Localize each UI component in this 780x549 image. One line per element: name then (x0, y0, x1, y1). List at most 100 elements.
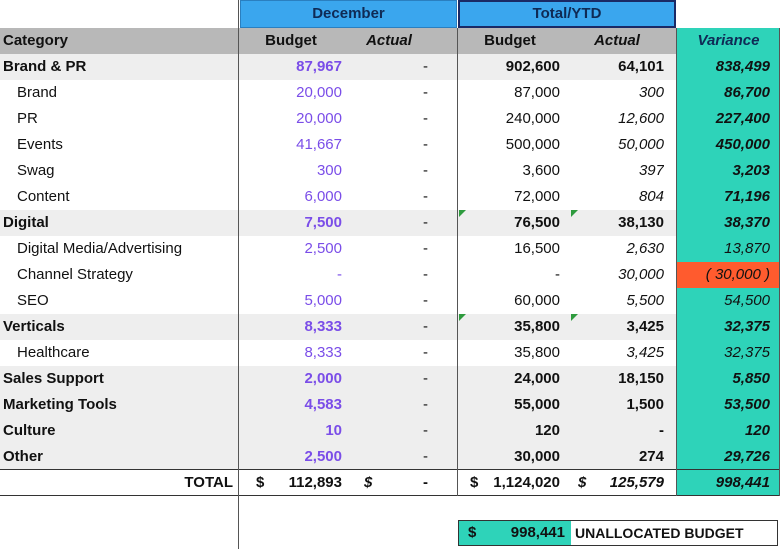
ytd-budget-cell[interactable]: 24,000 (460, 366, 560, 392)
comment-indicator-icon[interactable] (459, 210, 466, 217)
ytd-actual-cell[interactable]: 5,500 (570, 288, 664, 314)
dec-budget-cell[interactable]: 4,583 (240, 392, 342, 418)
total-dec-budget-cell[interactable]: $ 112,893 (240, 470, 342, 496)
ytd-actual-cell[interactable]: - (570, 418, 664, 444)
variance-cell[interactable]: 86,700 (677, 80, 780, 106)
ytd-actual-cell[interactable]: 30,000 (570, 262, 664, 288)
dec-budget-cell[interactable]: 2,500 (240, 236, 342, 262)
dec-budget-cell[interactable]: 20,000 (240, 106, 342, 132)
total-ytd-header[interactable]: Total/YTD (458, 0, 676, 28)
ytd-budget-cell[interactable]: 500,000 (460, 132, 560, 158)
ytd-actual-cell[interactable]: 3,425 (570, 314, 664, 340)
category-cell[interactable]: Swag (17, 158, 251, 184)
ytd-budget-cell[interactable]: 30,000 (460, 444, 560, 470)
category-cell[interactable]: Brand (17, 80, 251, 106)
dec-actual-cell[interactable]: - (350, 262, 428, 288)
ytd-actual-cell[interactable]: 38,130 (570, 210, 664, 236)
variance-cell[interactable]: 32,375 (677, 340, 780, 366)
category-cell[interactable]: Other (3, 444, 237, 470)
category-cell[interactable]: Sales Support (3, 366, 237, 392)
ytd-actual-cell[interactable]: 1,500 (570, 392, 664, 418)
dec-actual-cell[interactable]: - (350, 54, 428, 80)
dec-actual-cell[interactable]: - (350, 106, 428, 132)
ytd-budget-cell[interactable]: 902,600 (460, 54, 560, 80)
dec-budget-cell[interactable]: 20,000 (240, 80, 342, 106)
category-cell[interactable]: Content (17, 184, 251, 210)
variance-cell[interactable]: 71,196 (677, 184, 780, 210)
ytd-budget-cell[interactable]: 3,600 (460, 158, 560, 184)
dec-budget-cell[interactable]: 10 (240, 418, 342, 444)
variance-cell[interactable]: 13,870 (677, 236, 780, 262)
dec-actual-cell[interactable]: - (350, 236, 428, 262)
variance-cell[interactable]: 838,499 (677, 54, 780, 80)
dec-actual-cell[interactable]: - (350, 392, 428, 418)
dec-actual-cell[interactable]: - (350, 288, 428, 314)
dec-budget-cell[interactable]: 8,333 (240, 314, 342, 340)
dec-actual-cell[interactable]: - (350, 340, 428, 366)
ytd-budget-cell[interactable]: 76,500 (460, 210, 560, 236)
category-cell[interactable]: Brand & PR (3, 54, 237, 80)
variance-cell[interactable]: 227,400 (677, 106, 780, 132)
dec-actual-cell[interactable]: - (350, 210, 428, 236)
dec-budget-cell[interactable]: 87,967 (240, 54, 342, 80)
ytd-budget-cell[interactable]: 16,500 (460, 236, 560, 262)
category-cell[interactable]: Culture (3, 418, 237, 444)
comment-indicator-icon[interactable] (571, 210, 578, 217)
dec-budget-cell[interactable]: 5,000 (240, 288, 342, 314)
category-cell[interactable]: Healthcare (17, 340, 251, 366)
variance-cell[interactable]: 54,500 (677, 288, 780, 314)
dec-actual-column-header[interactable]: Actual (350, 28, 428, 54)
dec-actual-cell[interactable]: - (350, 314, 428, 340)
ytd-actual-cell[interactable]: 300 (570, 80, 664, 106)
variance-cell[interactable]: 120 (677, 418, 780, 444)
dec-actual-cell[interactable]: - (350, 444, 428, 470)
ytd-actual-cell[interactable]: 3,425 (570, 340, 664, 366)
category-column-header[interactable]: Category (3, 28, 237, 54)
category-cell[interactable]: Verticals (3, 314, 237, 340)
dec-actual-cell[interactable]: - (350, 132, 428, 158)
ytd-actual-cell[interactable]: 397 (570, 158, 664, 184)
dec-actual-cell[interactable]: - (350, 366, 428, 392)
category-cell[interactable]: Channel Strategy (17, 262, 251, 288)
ytd-actual-cell[interactable]: 274 (570, 444, 664, 470)
total-ytd-budget-cell[interactable]: $ 1,124,020 (458, 470, 560, 496)
variance-cell[interactable]: 53,500 (677, 392, 780, 418)
ytd-budget-cell[interactable]: - (460, 262, 560, 288)
ytd-budget-cell[interactable]: 55,000 (460, 392, 560, 418)
total-label[interactable]: TOTAL (3, 470, 233, 496)
dec-actual-cell[interactable]: - (350, 184, 428, 210)
ytd-budget-cell[interactable]: 87,000 (460, 80, 560, 106)
dec-budget-cell[interactable]: - (240, 262, 342, 288)
ytd-actual-cell[interactable]: 12,600 (570, 106, 664, 132)
variance-cell[interactable]: 450,000 (677, 132, 780, 158)
ytd-actual-cell[interactable]: 50,000 (570, 132, 664, 158)
category-cell[interactable]: PR (17, 106, 251, 132)
dec-budget-cell[interactable]: 2,500 (240, 444, 342, 470)
variance-column-header[interactable]: Variance (677, 28, 780, 54)
variance-cell[interactable]: ( 30,000 ) (677, 262, 780, 288)
ytd-actual-cell[interactable]: 18,150 (570, 366, 664, 392)
ytd-budget-cell[interactable]: 60,000 (460, 288, 560, 314)
dec-budget-cell[interactable]: 8,333 (240, 340, 342, 366)
dec-actual-cell[interactable]: - (350, 418, 428, 444)
dec-budget-cell[interactable]: 7,500 (240, 210, 342, 236)
total-ytd-actual-cell[interactable]: $ 125,579 (570, 470, 664, 496)
total-variance-cell[interactable]: 998,441 (677, 470, 780, 496)
dec-budget-cell[interactable]: 2,000 (240, 366, 342, 392)
dec-budget-cell[interactable]: 300 (240, 158, 342, 184)
total-dec-actual-cell[interactable]: $ - (350, 470, 428, 496)
ytd-actual-column-header[interactable]: Actual (570, 28, 664, 54)
ytd-budget-cell[interactable]: 72,000 (460, 184, 560, 210)
ytd-budget-cell[interactable]: 35,800 (460, 340, 560, 366)
variance-cell[interactable]: 5,850 (677, 366, 780, 392)
ytd-actual-cell[interactable]: 804 (570, 184, 664, 210)
dec-actual-cell[interactable]: - (350, 158, 428, 184)
dec-actual-cell[interactable]: - (350, 80, 428, 106)
variance-cell[interactable]: 3,203 (677, 158, 780, 184)
category-cell[interactable]: SEO (17, 288, 251, 314)
variance-cell[interactable]: 38,370 (677, 210, 780, 236)
category-cell[interactable]: Marketing Tools (3, 392, 237, 418)
comment-indicator-icon[interactable] (571, 314, 578, 321)
ytd-actual-cell[interactable]: 64,101 (570, 54, 664, 80)
comment-indicator-icon[interactable] (459, 314, 466, 321)
